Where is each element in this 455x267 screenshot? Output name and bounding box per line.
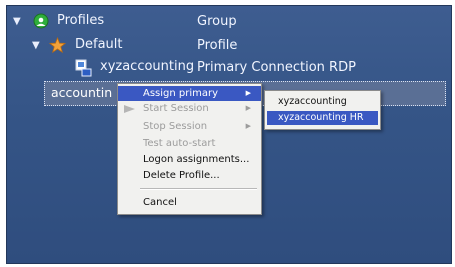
tree-item-default[interactable]: Default <box>75 34 123 56</box>
submenu-item-xyzaccounting-hr[interactable]: xyzaccounting HR <box>267 111 378 125</box>
assign-primary-submenu: xyzaccounting xyzaccounting HR <box>264 90 381 130</box>
menu-item-label: Logon assignments... <box>143 154 250 165</box>
submenu-arrow-icon: ▶ <box>245 104 251 112</box>
menu-item-cancel[interactable]: Cancel <box>118 195 261 210</box>
submenu-item-xyzaccounting[interactable]: xyzaccounting <box>267 95 378 109</box>
tree-item-connection[interactable]: xyzaccounting <box>100 56 194 78</box>
star-icon <box>49 37 66 54</box>
menu-item-start-session[interactable]: Start Session ▶ <box>118 101 261 116</box>
globe-icon <box>33 13 49 29</box>
tree-item-connection-type: Primary Connection RDP <box>197 60 356 75</box>
expand-arrow-icon[interactable]: ▼ <box>13 16 21 27</box>
menu-item-label: Assign primary <box>143 88 219 99</box>
menu-item-label: Delete Profile... <box>143 170 220 181</box>
menu-item-delete-profile[interactable]: Delete Profile... <box>118 168 261 183</box>
profiles-tree-panel: ▼ Profiles Group ▼ Default Profile xyzac… <box>6 5 452 264</box>
menu-item-stop-session[interactable]: Stop Session ▶ <box>118 119 261 134</box>
submenu-arrow-icon: ▶ <box>245 89 251 97</box>
tree-item-profiles-type: Group <box>197 14 237 29</box>
submenu-arrow-icon: ▶ <box>245 122 251 130</box>
menu-item-label: Cancel <box>143 197 177 208</box>
menu-separator <box>140 188 257 190</box>
expand-arrow-icon[interactable]: ▼ <box>32 40 40 51</box>
menu-item-label: Test auto-start <box>143 138 216 149</box>
menu-item-label: Start Session <box>143 103 209 114</box>
menu-item-label: Stop Session <box>143 121 208 132</box>
menu-item-test-auto-start[interactable]: Test auto-start <box>118 136 261 151</box>
tree-item-selected[interactable]: accountin <box>51 82 112 103</box>
context-menu: Assign primary ▶ Start Session ▶ Stop Se… <box>117 83 262 215</box>
tree-item-profiles[interactable]: Profiles <box>57 10 104 32</box>
tree-item-default-type: Profile <box>197 38 238 53</box>
menu-item-assign-primary[interactable]: Assign primary ▶ <box>118 86 261 101</box>
rdp-connection-icon <box>75 59 92 77</box>
menu-item-logon-assignments[interactable]: Logon assignments... <box>118 152 261 167</box>
